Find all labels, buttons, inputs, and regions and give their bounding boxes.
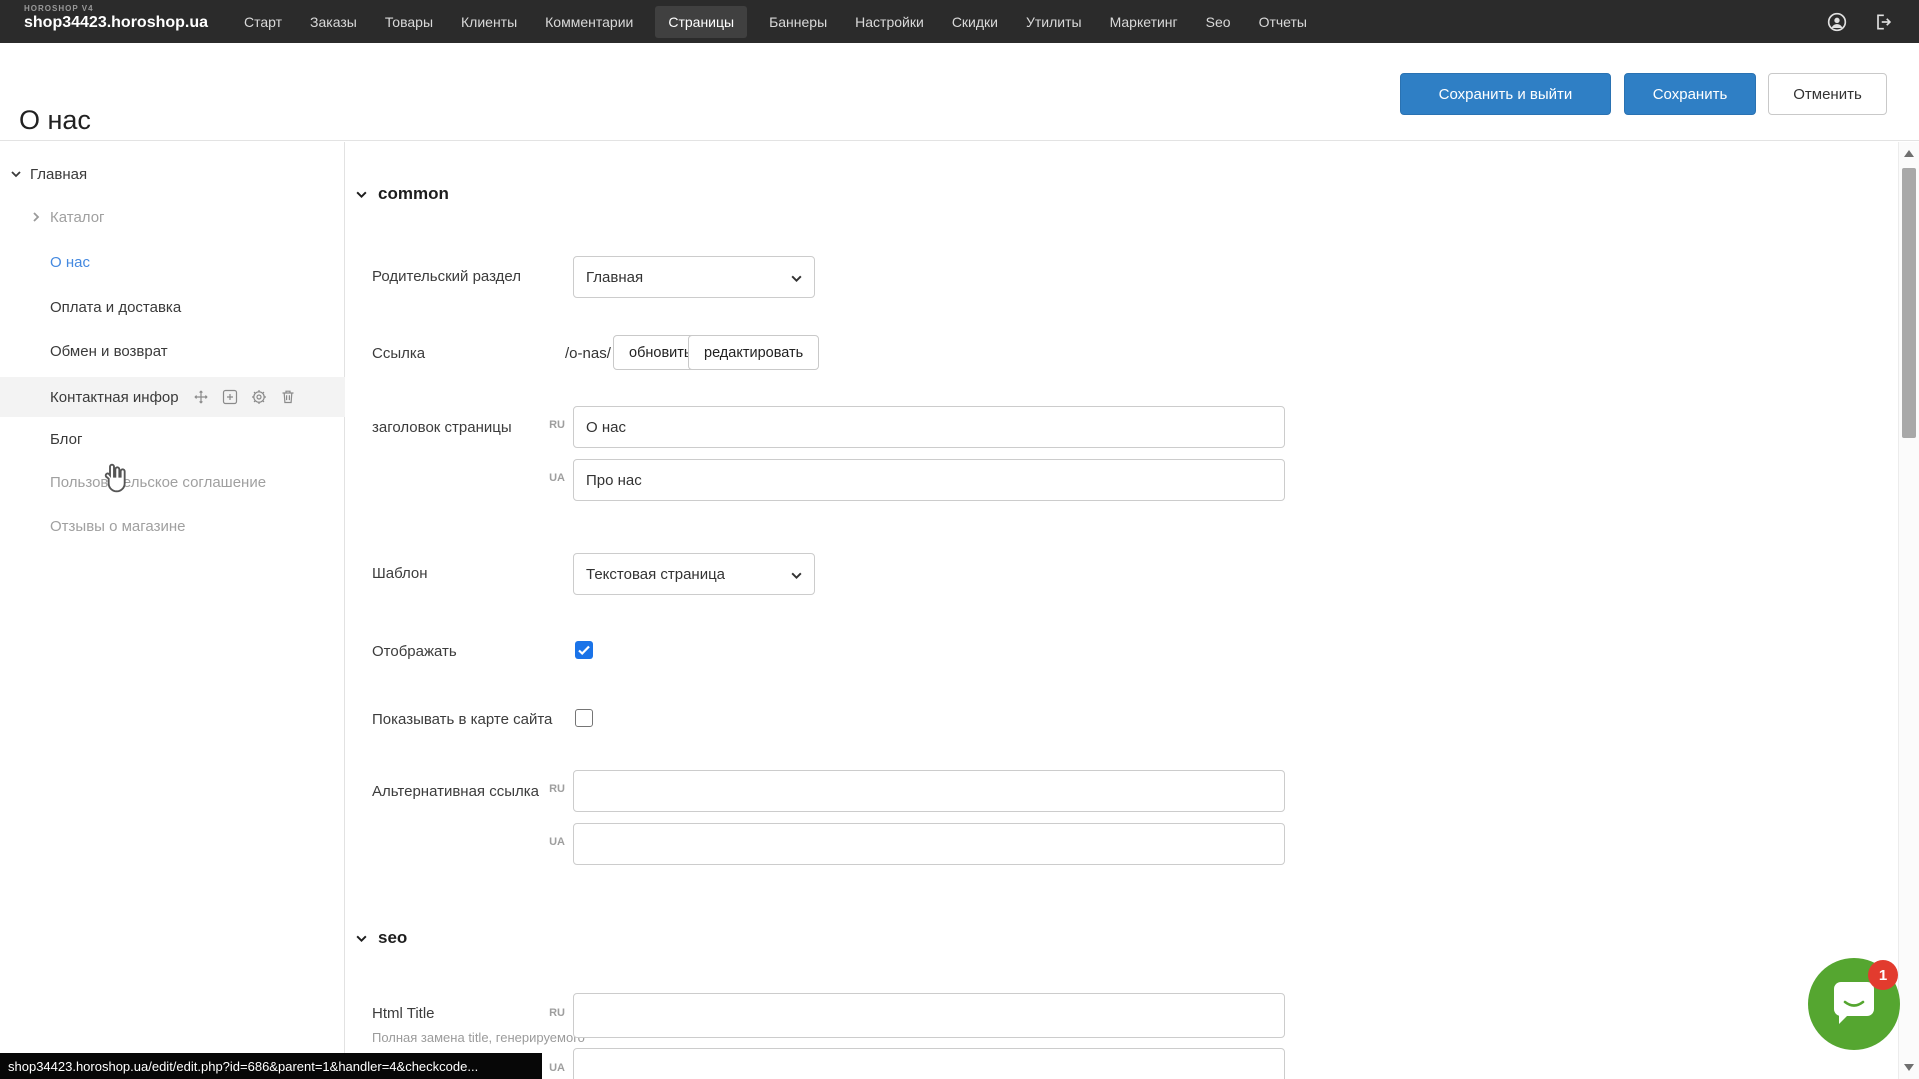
nav-item-discounts[interactable]: Скидки <box>946 6 1004 38</box>
template-label: Шаблон <box>372 565 428 582</box>
tree-item-label: О нас <box>50 254 90 271</box>
lang-ua-badge: UA <box>539 472 565 484</box>
section-common-toggle[interactable]: common <box>355 184 449 204</box>
chat-unread-badge: 1 <box>1868 960 1898 990</box>
tree-item-label: Отзывы о магазине <box>50 518 185 535</box>
tree-item-label: Пользовательское соглашение <box>50 474 266 491</box>
parent-section-select[interactable]: Главная <box>573 256 815 298</box>
nav-item-start[interactable]: Старт <box>238 6 288 38</box>
main-menu: Старт Заказы Товары Клиенты Комментарии … <box>238 0 1313 43</box>
page-edit-form: common Родительский раздел Главная Ссылк… <box>345 142 1898 1079</box>
html-title-ua-input[interactable] <box>573 1048 1285 1079</box>
html-title-label: Html Title <box>372 1005 435 1022</box>
link-edit-button[interactable]: редактировать <box>688 335 819 370</box>
page-heading-ua-input[interactable] <box>573 459 1285 501</box>
chat-bubble-icon <box>1832 980 1876 1028</box>
tree-item-soglashenie[interactable]: Пользовательское соглашение <box>0 464 345 500</box>
check-icon <box>575 641 593 659</box>
cancel-button[interactable]: Отменить <box>1768 73 1887 115</box>
chevron-down-icon <box>790 569 803 582</box>
alt-link-ru-input[interactable] <box>573 770 1285 812</box>
tree-item-oplata[interactable]: Оплата и доставка <box>0 289 345 325</box>
tree-item-label: Каталог <box>50 209 105 226</box>
lang-ua-badge: UA <box>539 1062 565 1074</box>
logo[interactable]: HOROSHOP V4 shop34423.horoshop.ua <box>24 4 208 32</box>
template-select[interactable]: Текстовая страница <box>573 553 815 595</box>
html-title-ru-input[interactable] <box>573 993 1285 1038</box>
nav-item-comments[interactable]: Комментарии <box>539 6 639 38</box>
lang-ru-badge: RU <box>539 419 565 431</box>
parent-section-label: Родительский раздел <box>372 268 521 285</box>
tree-item-otzyvy[interactable]: Отзывы о магазине <box>0 508 345 544</box>
html-title-hint: Полная замена title, генерируемого <box>372 1030 585 1045</box>
tree-item-actions <box>193 389 296 405</box>
nav-item-clients[interactable]: Клиенты <box>455 6 523 38</box>
section-title: seo <box>378 928 407 948</box>
chevron-down-icon <box>355 932 368 945</box>
lang-ua-badge: UA <box>539 836 565 848</box>
alt-link-ua-input[interactable] <box>573 823 1285 865</box>
account-icon[interactable] <box>1827 12 1847 32</box>
lang-ru-badge: RU <box>539 1007 565 1019</box>
chevron-right-icon <box>30 211 42 223</box>
display-label: Отображать <box>372 643 457 660</box>
page-title: О нас <box>19 105 91 136</box>
pages-tree-sidebar: Главная Каталог О нас Оплата и доставка … <box>0 142 345 1079</box>
lang-ru-badge: RU <box>539 783 565 795</box>
tree-item-katalog[interactable]: Каталог <box>0 199 345 235</box>
scroll-up-arrow-icon[interactable] <box>1904 150 1914 157</box>
nav-item-reports[interactable]: Отчеты <box>1253 6 1313 38</box>
navbar-right <box>1827 0 1893 43</box>
sitemap-checkbox[interactable] <box>575 709 593 727</box>
scrollbar-thumb[interactable] <box>1902 168 1916 438</box>
page-heading-ru-input[interactable] <box>573 406 1285 448</box>
nav-item-banners[interactable]: Баннеры <box>763 6 833 38</box>
logo-version: HOROSHOP V4 <box>24 4 208 13</box>
add-page-icon[interactable] <box>222 389 238 405</box>
save-and-exit-button[interactable]: Сохранить и выйти <box>1400 73 1611 115</box>
scroll-down-arrow-icon[interactable] <box>1904 1064 1914 1071</box>
link-label: Ссылка <box>372 345 425 362</box>
move-icon[interactable] <box>193 389 209 405</box>
tree-item-blog[interactable]: Блог <box>0 421 345 457</box>
tree-item-o-nas[interactable]: О нас <box>0 244 345 280</box>
nav-item-seo[interactable]: Seo <box>1200 6 1237 38</box>
chevron-down-icon <box>790 272 803 285</box>
logo-domain: shop34423.horoshop.ua <box>24 14 208 32</box>
nav-item-utilities[interactable]: Утилиты <box>1020 6 1088 38</box>
tree-item-label: Обмен и возврат <box>50 343 168 360</box>
alt-link-label: Альтернативная ссылка <box>372 783 539 800</box>
section-seo-toggle[interactable]: seo <box>355 928 407 948</box>
tree-item-label: Главная <box>30 166 87 183</box>
chevron-down-icon <box>355 188 368 201</box>
nav-item-settings[interactable]: Настройки <box>849 6 930 38</box>
logout-icon[interactable] <box>1873 12 1893 32</box>
link-path-value: /o-nas/ <box>565 345 611 362</box>
nav-item-marketing[interactable]: Маркетинг <box>1104 6 1184 38</box>
page-heading-label: заголовок страницы <box>372 419 512 436</box>
tree-item-label: Блог <box>50 431 82 448</box>
chevron-down-icon <box>10 168 22 180</box>
section-title: common <box>378 184 449 204</box>
page-header: О нас Сохранить и выйти Сохранить Отмени… <box>0 43 1919 141</box>
vertical-scrollbar[interactable] <box>1898 142 1919 1079</box>
tree-item-glavnaya[interactable]: Главная <box>0 156 345 192</box>
link-preview-statusbar: shop34423.horoshop.ua/edit/edit.php?id=6… <box>0 1053 542 1079</box>
tree-item-obmen[interactable]: Обмен и возврат <box>0 333 345 369</box>
display-checkbox[interactable] <box>575 641 593 659</box>
tree-item-kontaktnaya[interactable]: Контактная инфор <box>0 377 345 417</box>
template-value: Текстовая страница <box>586 566 725 583</box>
tree-item-label: Контактная инфор <box>50 389 179 406</box>
top-navbar: HOROSHOP V4 shop34423.horoshop.ua Старт … <box>0 0 1919 43</box>
sitemap-label: Показывать в карте сайта <box>372 711 552 728</box>
settings-gear-icon[interactable] <box>251 389 267 405</box>
tree-item-label: Оплата и доставка <box>50 299 181 316</box>
save-button[interactable]: Сохранить <box>1624 73 1756 115</box>
parent-section-value: Главная <box>586 269 643 286</box>
nav-item-orders[interactable]: Заказы <box>304 6 363 38</box>
nav-item-pages[interactable]: Страницы <box>655 6 747 38</box>
nav-item-products[interactable]: Товары <box>379 6 439 38</box>
delete-trash-icon[interactable] <box>280 389 296 405</box>
